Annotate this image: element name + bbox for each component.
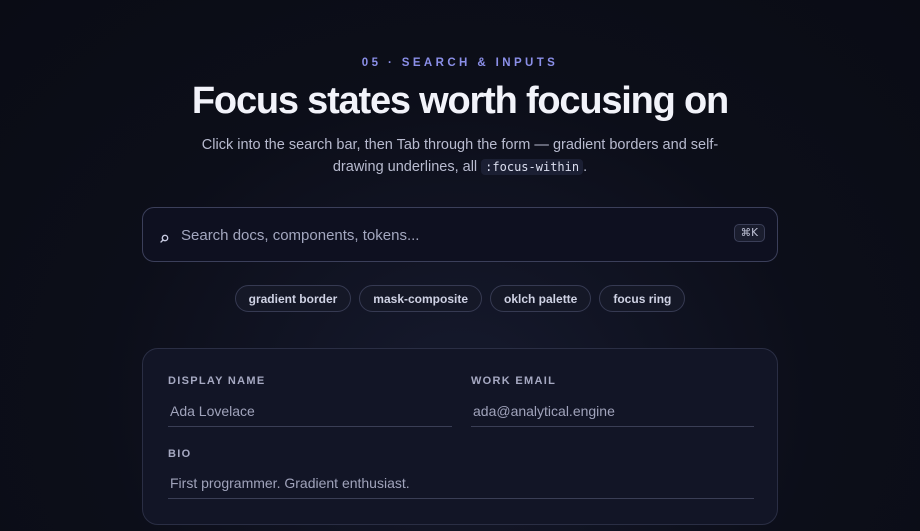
work-email-label: WORK EMAIL	[471, 375, 557, 387]
keyboard-shortcut-badge: ⌘K	[733, 224, 765, 242]
search-input[interactable]	[181, 223, 701, 247]
bio-field[interactable]	[168, 467, 754, 499]
chip-focus-ring[interactable]: focus ring	[599, 285, 686, 312]
work-email-field[interactable]	[471, 395, 754, 427]
suggestion-chips: gradient border mask-composite oklch pal…	[0, 285, 920, 312]
display-name-field[interactable]	[168, 395, 452, 427]
chip-mask-composite[interactable]: mask-composite	[359, 285, 482, 312]
bio-label: BIO	[168, 448, 192, 460]
subtitle-text: Click into the search bar, then Tab thro…	[201, 137, 719, 175]
section-eyebrow: 05 · SEARCH & INPUTS	[361, 57, 559, 69]
subtitle-code: :focus-within	[481, 159, 584, 175]
search-bar[interactable]: ⌘K	[142, 207, 778, 262]
page-subtitle: Click into the search bar, then Tab thro…	[200, 134, 720, 178]
search-icon	[160, 230, 169, 243]
profile-form-card: DISPLAY NAME WORK EMAIL BIO	[142, 348, 778, 525]
chip-oklch-palette[interactable]: oklch palette	[490, 285, 592, 312]
chip-gradient-border[interactable]: gradient border	[234, 285, 352, 312]
page-title: Focus states worth focusing on	[191, 80, 729, 122]
subtitle-end: .	[583, 159, 588, 175]
display-name-label: DISPLAY NAME	[168, 375, 266, 387]
